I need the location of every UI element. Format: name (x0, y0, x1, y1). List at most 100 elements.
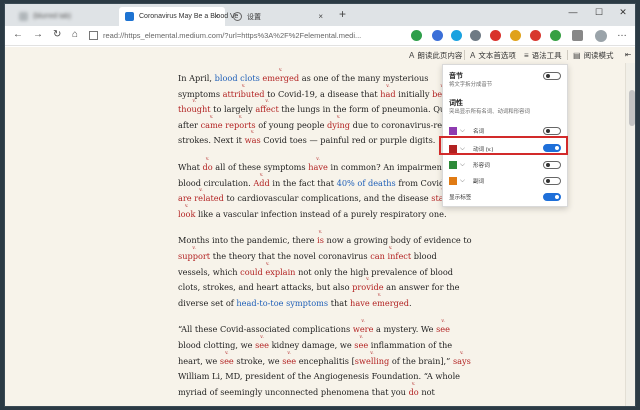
close-tab-icon[interactable]: × (318, 12, 323, 21)
extension-icon[interactable] (451, 30, 462, 41)
verb-highlight: was (245, 135, 261, 145)
chevron-down-icon[interactable]: ⌵ (460, 127, 470, 135)
verb-highlight: were (353, 324, 374, 334)
verb-highlight: emerged (262, 73, 299, 83)
article-text: strokes. Next it (178, 135, 245, 146)
minimize-button[interactable]: — (561, 7, 585, 17)
article-text: In April, (178, 73, 215, 83)
article-text: after (178, 119, 201, 130)
chevron-down-icon[interactable]: ⌵ (460, 161, 470, 169)
extension-icon[interactable] (550, 30, 561, 41)
address-bar[interactable]: read://https_elemental.medium.com/?url=h… (89, 28, 371, 43)
article-text: “All these Covid-associated complication… (178, 324, 353, 335)
home-button[interactable]: ⌂ (72, 29, 78, 40)
article-text: to cardiovascular complications, and the… (223, 193, 432, 204)
verb-highlight: attributed (223, 89, 265, 99)
article-line: vessels, which could explain not only th… (178, 265, 453, 281)
article-line: thought to largely affect the lungs in t… (178, 102, 452, 118)
article-link[interactable]: blood clots (215, 73, 260, 83)
adjective-toggle[interactable] (543, 161, 561, 169)
verb-highlight: can infect (370, 251, 411, 261)
verb-highlight: provide (352, 282, 383, 292)
verb-highlight: came (201, 120, 223, 130)
tab-settings[interactable]: 设置 × (227, 7, 329, 26)
verb-highlight: had (380, 89, 395, 99)
article-link[interactable]: head-to-toe symptoms (236, 298, 328, 308)
article-text: . (408, 297, 412, 308)
article-line: blood clotting, we see kidney damage, we… (178, 338, 452, 354)
back-button[interactable]: ← (13, 29, 23, 40)
verb-highlight: support (178, 251, 210, 261)
adverb-toggle[interactable] (543, 177, 561, 185)
article-line: William Li, MD, president of the Angioge… (178, 369, 460, 385)
browser-window: (blurred tab) Coronavirus May Be a Blood… (4, 3, 636, 407)
article-line: What do all of these symptoms have in co… (178, 160, 448, 176)
verb-highlight: do (409, 387, 419, 397)
article-text: the theory that the novel coronavirus (210, 250, 371, 261)
article-link[interactable]: 40% of deaths (337, 178, 396, 188)
article-line: In April, blood clots emerged as one of … (178, 71, 448, 87)
adverb-color-swatch[interactable] (449, 176, 457, 185)
article-paragraph: What do all of these symptoms have in co… (178, 160, 455, 222)
adjective-color-swatch[interactable] (449, 160, 457, 169)
settings-gear-icon (233, 12, 242, 21)
extension-icon[interactable] (510, 30, 521, 41)
pos-label: 名词 (473, 128, 485, 135)
verb-highlight: reports (225, 120, 255, 130)
article-text: clots, strokes, and heart attacks, but a… (178, 282, 353, 293)
profile-avatar[interactable] (595, 30, 607, 42)
url-text: read://https_elemental.medium.com/?url=h… (103, 31, 362, 40)
grammar-tools-button[interactable]: ≡ 语法工具 (524, 50, 562, 61)
text-prefs-button[interactable]: A 文本首选项 (470, 50, 516, 61)
noun-toggle[interactable] (543, 127, 561, 135)
chevron-down-icon[interactable]: ⌵ (460, 177, 470, 185)
annotation-highlight-box (439, 136, 568, 155)
scrollbar[interactable] (625, 63, 635, 406)
reader-favicon-icon (125, 12, 134, 21)
refresh-button[interactable]: ↻ (53, 29, 61, 40)
extension-icon[interactable] (432, 30, 443, 41)
article-line: Months into the pandemic, there is now a… (178, 233, 472, 249)
extension-icon[interactable] (530, 30, 541, 41)
read-aloud-button[interactable]: A 朗读此页内容 (409, 50, 462, 61)
article-text: of young people (255, 119, 328, 130)
article-text: William Li, MD, president of the Angioge… (178, 371, 461, 382)
pos-label: 形容词 (473, 162, 490, 169)
forward-button[interactable]: → (33, 29, 43, 40)
article-text: myriad of seemingly unconnected phenomen… (178, 386, 409, 397)
extension-icon[interactable] (490, 30, 501, 41)
article-text: that (328, 297, 351, 308)
text-prefs-label: 文本首选项 (478, 51, 516, 60)
more-menu-icon[interactable]: … (617, 28, 627, 39)
show-labels-toggle[interactable] (543, 193, 561, 201)
tab-blurred[interactable]: (blurred tab) (13, 7, 117, 26)
noun-color-swatch[interactable] (449, 126, 457, 135)
article-text: Covid toes — painful red or purple digit… (260, 135, 436, 146)
article-text: a mystery. We (373, 324, 437, 335)
close-window-button[interactable]: ✕ (611, 7, 635, 18)
article-text: of the brain],” (389, 355, 453, 366)
article-text: kidney damage, we (268, 339, 355, 350)
article-text: blood circulation. (178, 177, 254, 188)
tab-article[interactable]: Coronavirus May Be a Blood Ve × (119, 7, 238, 26)
extension-icon[interactable] (470, 30, 481, 41)
extension-icon[interactable] (572, 30, 583, 41)
verb-highlight: swelling (355, 356, 389, 366)
verb-highlight: see (354, 340, 368, 350)
maximize-button[interactable]: ☐ (587, 7, 611, 18)
article-line: symptoms attributed to Covid-19, a disea… (178, 87, 452, 103)
article-paragraph: In April, blood clots emerged as one of … (178, 71, 452, 149)
verb-highlight: are related (178, 193, 224, 203)
article-text: not (418, 386, 435, 397)
syllables-toggle[interactable] (543, 72, 561, 80)
exit-reader-icon[interactable]: ⇤ (625, 50, 631, 59)
scrollbar-thumb[interactable] (629, 90, 635, 126)
reading-mode-button[interactable]: ▤ 阅读模式 (573, 50, 614, 61)
evernote-extension-icon[interactable] (411, 30, 422, 41)
verb-highlight: dying (327, 120, 350, 130)
verb-highlight: have emerged (350, 298, 409, 308)
close-tab-icon[interactable]: × (214, 12, 219, 21)
article-line: “All these Covid-associated complication… (178, 322, 450, 338)
article-line: support the theory that the novel corona… (178, 249, 448, 265)
new-tab-button[interactable]: + (339, 7, 346, 21)
